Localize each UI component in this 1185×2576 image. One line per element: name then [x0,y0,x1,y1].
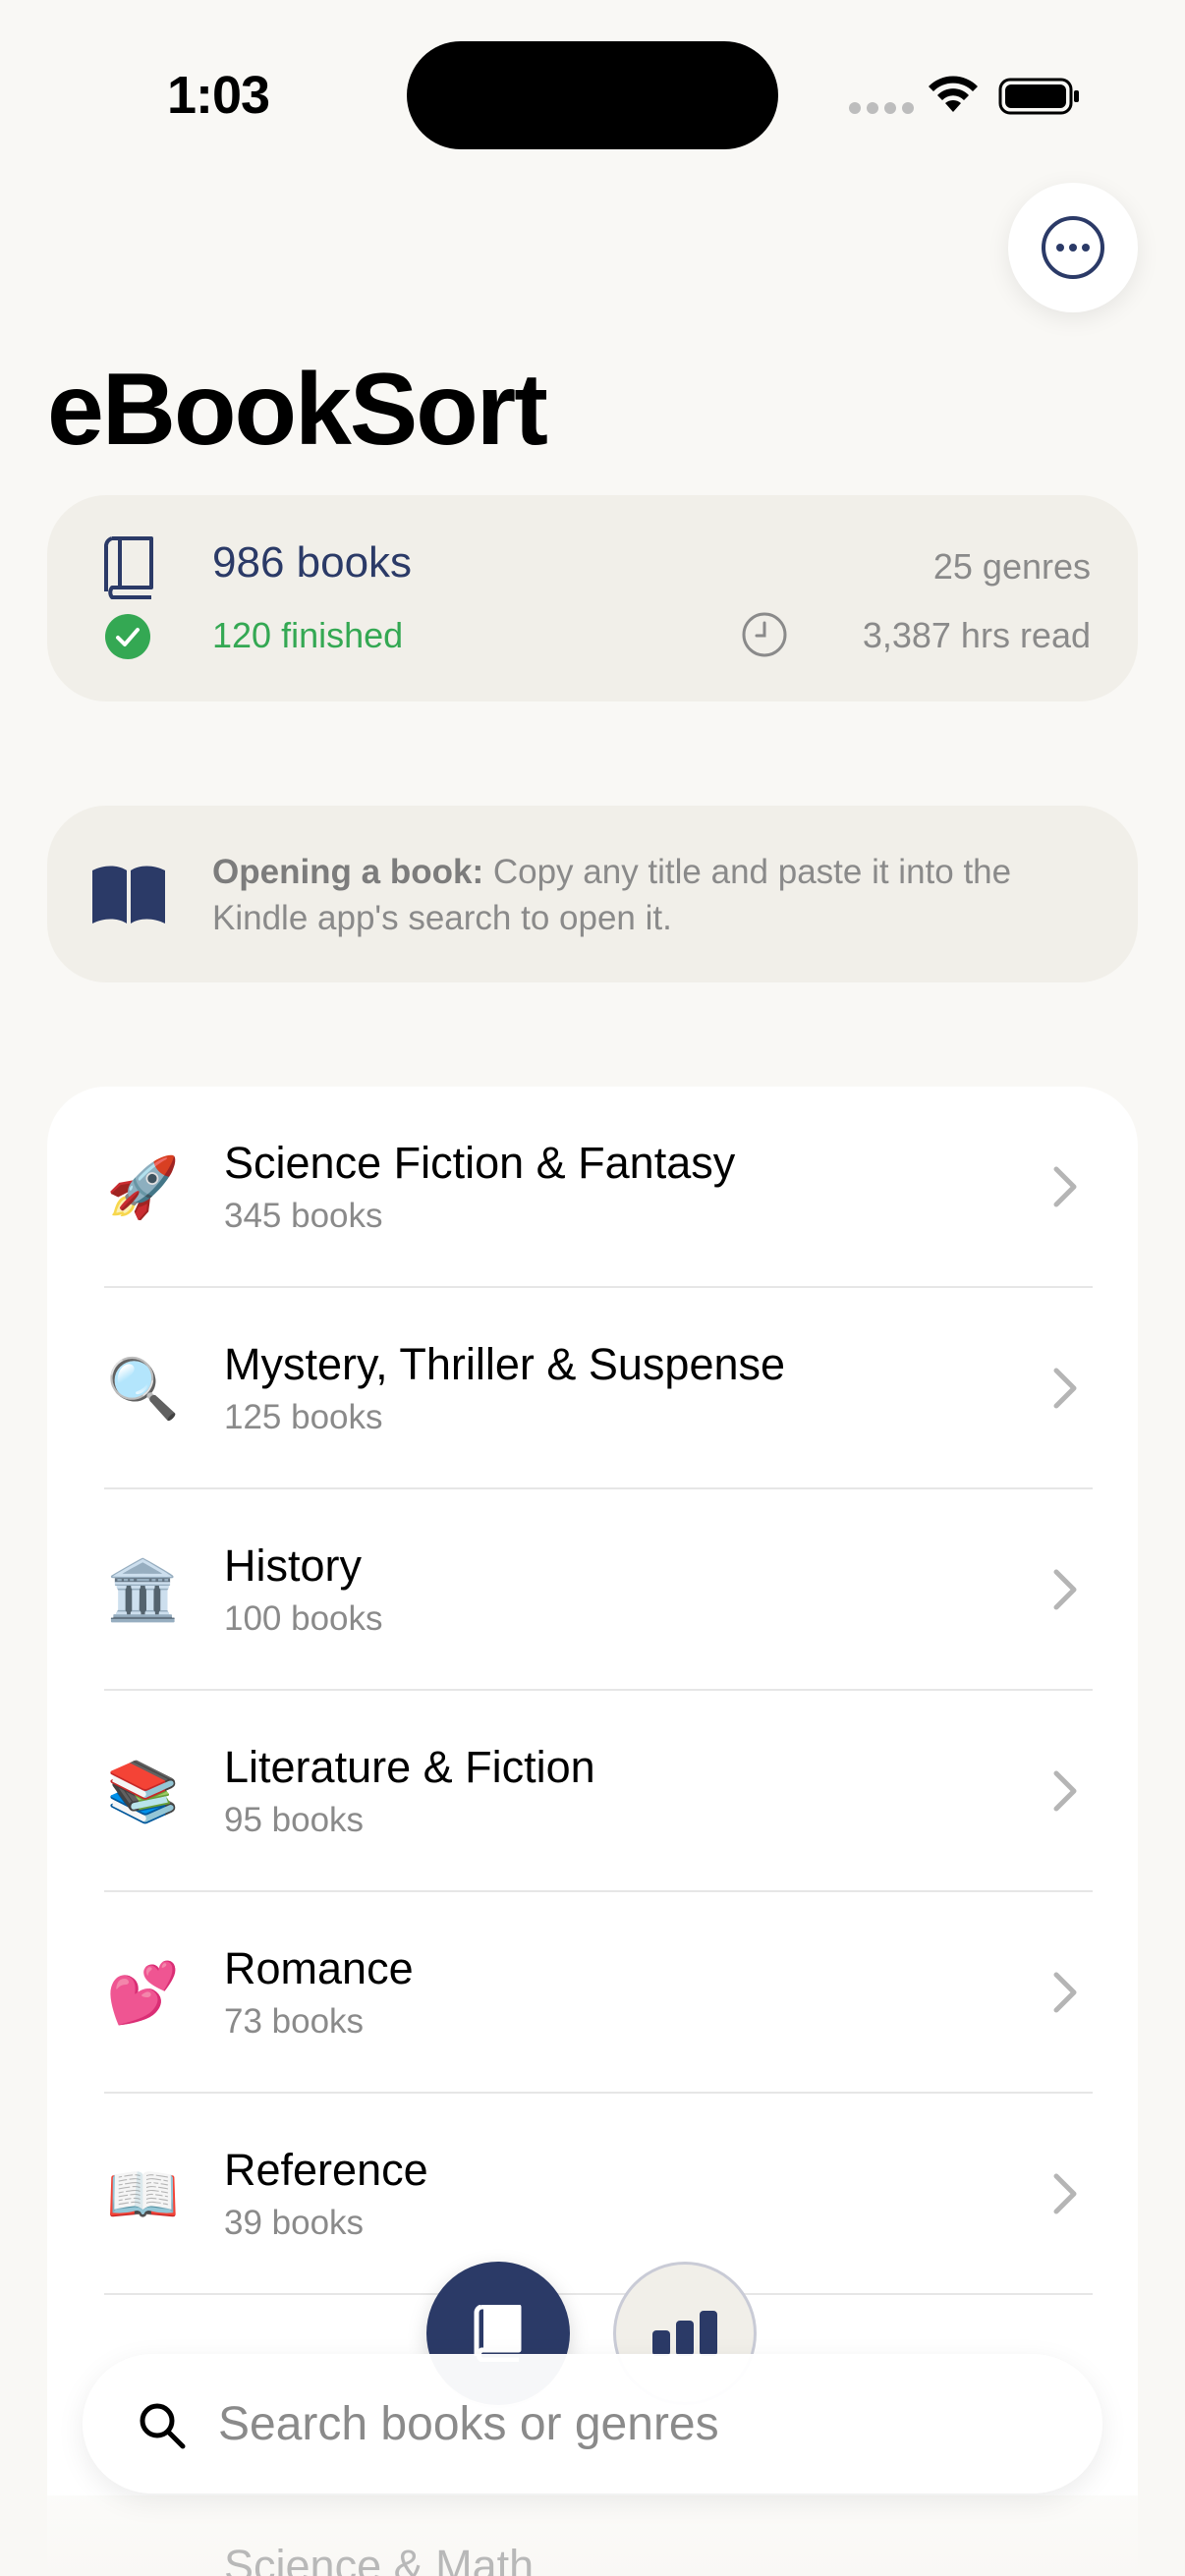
wifi-icon [929,76,978,112]
chevron-right-icon [1053,1770,1077,1812]
library-stats-card: 986 books 120 finished 25 genres 3,387 h… [47,495,1138,701]
classical-building-icon: 🏛️ [106,1557,180,1623]
genre-name: Literature & Fiction [224,1742,595,1792]
genre-row-literature-fiction[interactable]: 📚 Literature & Fiction 95 books [47,1691,1138,1892]
genre-book-count: 73 books [224,2002,365,2041]
genre-book-count: 95 books [224,1801,365,1839]
chevron-right-icon [1053,1368,1077,1409]
genres-count: 25 genres [932,546,1091,587]
bar-chart-icon [652,2311,717,2356]
genre-row-science-fiction-fantasy[interactable]: 🚀 Science Fiction & Fantasy 345 books [47,1087,1138,1288]
hours-read: 3,387 hrs read [862,615,1091,655]
genre-name: Mystery, Thriller & Suspense [224,1339,786,1389]
genre-row-mystery-thriller-suspense[interactable]: 🔍 Mystery, Thriller & Suspense 125 books [47,1288,1138,1489]
clock-icon [742,612,787,657]
finished-count: 120 finished [212,615,404,655]
chevron-right-icon [1053,1569,1077,1610]
search-bar[interactable] [83,2354,1102,2493]
genre-book-count: 39 books [224,2204,365,2242]
search-input[interactable] [218,2383,1063,2464]
genre-row-history[interactable]: 🏛️ History 100 books [47,1489,1138,1691]
genre-book-count: 125 books [224,1398,383,1436]
open-book-emoji-icon: 📖 [106,2161,180,2227]
cellular-signal-icon [849,102,914,114]
genre-book-count: 100 books [224,1599,383,1638]
search-icon [140,2403,186,2449]
chevron-right-icon [1053,1972,1077,2013]
genre-row-reference[interactable]: 📖 Reference 39 books [47,2094,1138,2295]
page-title: eBookSort [47,353,548,467]
more-options-button[interactable] [1008,183,1138,312]
tip-bold: Opening a book: [212,853,484,891]
genre-row-science-math-peek: Science & Math [224,2541,535,2576]
books-stack-icon: 📚 [106,1759,180,1824]
genre-name: Science Fiction & Fantasy [224,1138,736,1188]
genre-book-count: 345 books [224,1197,383,1235]
battery-icon [998,78,1079,115]
genre-list: 🚀 Science Fiction & Fantasy 345 books 🔍 … [47,1087,1138,2576]
status-bar: 1:03 [0,0,1185,196]
tip-text: Opening a book: Copy any title and paste… [212,849,1097,941]
open-book-tip-card: Opening a book: Copy any title and paste… [47,806,1138,982]
open-book-icon [92,866,165,924]
genre-row-romance[interactable]: 💕 Romance 73 books [47,1892,1138,2094]
status-time: 1:03 [167,66,270,125]
genre-name: Romance [224,1943,414,1993]
checkmark-circle-icon [105,614,150,659]
chevron-right-icon [1053,1166,1077,1207]
divider [104,2293,1093,2295]
chevron-right-icon [1053,2173,1077,2214]
rocket-icon: 🚀 [106,1154,180,1220]
two-hearts-icon: 💕 [106,1960,180,2026]
ellipsis-circle-icon [1042,216,1104,279]
bottom-fade [0,2495,1185,2576]
genre-name: Reference [224,2145,428,2195]
genre-name: History [224,1540,363,1591]
books-count: 986 books [212,538,413,587]
dynamic-island [407,41,778,149]
magnifying-glass-icon: 🔍 [106,1356,180,1422]
book-icon [104,536,153,599]
